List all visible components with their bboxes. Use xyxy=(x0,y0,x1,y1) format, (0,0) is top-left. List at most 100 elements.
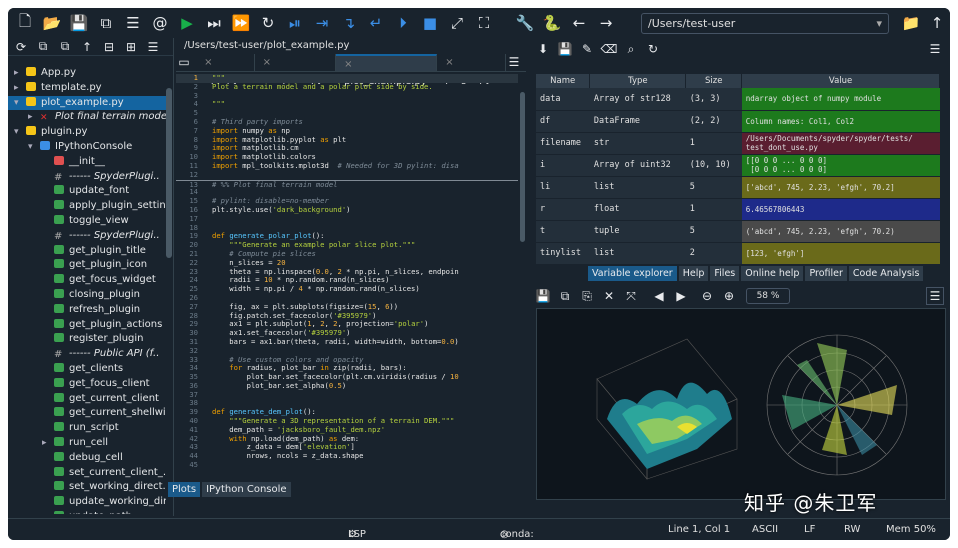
save-all-plots-icon[interactable]: ⧉ xyxy=(556,287,574,305)
outline-scrollbar[interactable] xyxy=(166,88,172,258)
zoom-out-icon[interactable]: ⊖ xyxy=(698,287,716,305)
pane-tab[interactable]: Profiler xyxy=(805,266,847,281)
tree-item[interactable]: ▾ plugin.py xyxy=(8,125,166,140)
zoom-in-icon[interactable]: ⊕ xyxy=(720,287,738,305)
expand-arrow-icon[interactable]: ▸ xyxy=(14,66,19,81)
tree-item[interactable]: ▸ run_cell xyxy=(8,436,166,451)
zoom-level[interactable]: 58 % xyxy=(746,288,790,304)
save-icon[interactable]: 💾 xyxy=(68,12,90,34)
table-row[interactable]: data Array of str128 (3, 3) ndarray object … xyxy=(536,88,940,111)
tree-item[interactable]: get_focus_client xyxy=(8,377,166,392)
code-line[interactable]: 45 xyxy=(176,460,518,470)
tree-item[interactable]: ▸ ✕ Plot final terrain model xyxy=(8,110,166,125)
tree-item[interactable]: ▾ plot_example.py xyxy=(8,95,166,111)
erase-icon[interactable]: ⌫ xyxy=(600,40,618,58)
expand-arrow-icon[interactable]: ▸ xyxy=(42,436,47,451)
forward-icon[interactable]: → xyxy=(595,12,617,34)
code-line[interactable]: 31 bars = ax1.bar(theta, radii, width=wi… xyxy=(176,337,518,347)
code-line[interactable]: 13 # %% Plot final terrain model xyxy=(176,179,518,189)
debug-icon[interactable]: ⏯ xyxy=(284,12,306,34)
continue-icon[interactable]: ⏵ xyxy=(392,12,414,34)
column-header[interactable]: Value xyxy=(741,74,940,88)
working-directory-input[interactable]: /Users/test-user ▾ xyxy=(641,13,889,34)
tree-item[interactable]: __init__ xyxy=(8,155,166,170)
python-icon[interactable]: 🐍 xyxy=(541,12,563,34)
code-line[interactable]: 11 import mpl_toolkits.mplot3d # Needed f… xyxy=(176,161,518,171)
sync-icon[interactable]: ⟳ xyxy=(12,38,30,56)
previous-plot-icon[interactable]: ◀ xyxy=(650,287,668,305)
tabs-menu-icon[interactable]: ☰ xyxy=(506,53,522,71)
tree-item[interactable]: ▸ template.py xyxy=(8,81,166,96)
tree-item[interactable]: get_clients xyxy=(8,362,166,377)
wrench-icon[interactable]: 🔧 xyxy=(514,12,536,34)
back-icon[interactable]: ← xyxy=(568,12,590,34)
tree-item[interactable]: closing_plugin xyxy=(8,288,166,303)
tree-item[interactable]: update_path xyxy=(8,510,166,514)
run-cell-advance-icon[interactable]: ⏩ xyxy=(230,12,252,34)
up-arrow-icon[interactable]: ↑ xyxy=(78,38,96,56)
code-line[interactable]: 17 xyxy=(176,214,518,224)
pane-tab[interactable]: Help xyxy=(678,266,709,281)
copy-plot-icon[interactable]: ⎘ xyxy=(578,287,596,305)
table-row[interactable]: r float 1 6.46567806443 xyxy=(536,198,940,221)
column-header[interactable]: Size xyxy=(685,74,743,88)
table-row[interactable]: t tuple 5 ('abcd', 745, 2.23, 'efgh', 70.2) xyxy=(536,220,940,243)
save-all-icon[interactable]: ⧉ xyxy=(95,12,117,34)
refresh-icon[interactable]: ↻ xyxy=(644,40,662,58)
plots-tab[interactable]: Plots xyxy=(168,482,201,497)
code-line[interactable]: 16 plt.style.use('dark_background') xyxy=(176,205,518,215)
tree-item[interactable]: set_current_client_.. xyxy=(8,466,166,481)
tree-item[interactable]: apply_plugin_settin.. xyxy=(8,199,166,214)
run-cell-icon[interactable]: ⏭ xyxy=(203,12,225,34)
list-icon[interactable]: ☰ xyxy=(122,12,144,34)
editor-tab[interactable]: × App.py xyxy=(196,54,255,85)
stop-icon[interactable]: ■ xyxy=(419,12,441,34)
step-into-icon[interactable]: ↴ xyxy=(338,12,360,34)
column-header[interactable]: Name xyxy=(536,74,591,88)
menu-icon[interactable]: ☰ xyxy=(926,40,944,58)
pane-tab[interactable]: Online help xyxy=(741,266,804,281)
expand-arrow-icon[interactable]: ▾ xyxy=(28,140,33,155)
expand-arrow-icon[interactable]: ▸ xyxy=(14,81,19,96)
code-line[interactable]: 12 xyxy=(176,170,518,180)
tree-item[interactable]: get_plugin_actions xyxy=(8,318,166,333)
save-as-icon[interactable]: ✎ xyxy=(578,40,596,58)
new-file-icon[interactable]: 🗋 xyxy=(14,12,36,34)
up-icon[interactable]: ↑ xyxy=(926,12,948,34)
tree-item[interactable]: update_font xyxy=(8,184,166,199)
fullscreen-icon[interactable]: ⛶ xyxy=(473,12,495,34)
step-icon[interactable]: ⇥ xyxy=(311,12,333,34)
code-line[interactable]: 44 nrows, ncols = z_data.shape xyxy=(176,451,518,461)
maximize-icon[interactable]: ⤢ xyxy=(446,12,468,34)
tree-item[interactable]: run_script xyxy=(8,421,166,436)
tree-item[interactable]: set_working_direct.. xyxy=(8,480,166,495)
tree-item[interactable]: get_plugin_title xyxy=(8,244,166,259)
code-line[interactable]: 4 """ xyxy=(176,100,518,109)
at-icon[interactable]: @ xyxy=(149,12,171,34)
tree-item[interactable]: get_focus_widget xyxy=(8,273,166,288)
close-all-plots-icon[interactable]: ⤧ xyxy=(622,287,640,305)
browse-tabs-icon[interactable]: ▭ xyxy=(176,53,192,71)
pane-tab[interactable]: Code Analysis xyxy=(848,266,924,281)
table-row[interactable]: i Array of uint32 (10, 10) [[0 0 0 ... 0 0 … xyxy=(536,154,940,177)
code-line[interactable]: 36 plot_bar.set_alpha(0.5) xyxy=(176,381,518,391)
tree-item[interactable]: ▸ App.py xyxy=(8,66,166,81)
menu-icon[interactable]: ☰ xyxy=(144,38,162,56)
editor-scrollbar[interactable] xyxy=(520,92,525,242)
pane-tab[interactable]: Files xyxy=(710,266,740,281)
step-return-icon[interactable]: ↵ xyxy=(365,12,387,34)
tree-item[interactable]: get_plugin_icon xyxy=(8,258,166,273)
table-row[interactable]: tinylist list 2 [123, 'efgh'] xyxy=(536,242,940,265)
chevron-down-icon[interactable]: ▾ xyxy=(876,14,882,33)
expand-icon[interactable]: ⧉ xyxy=(56,38,74,56)
tree-item[interactable]: get_current_client xyxy=(8,392,166,407)
code-line[interactable]: 3 xyxy=(176,91,518,101)
search-icon[interactable]: ⌕ xyxy=(622,40,640,58)
editor-tab[interactable]: × plot_example.py xyxy=(336,54,438,87)
collapse-all-icon[interactable]: ⊟ xyxy=(100,38,118,56)
tree-item[interactable]: # ------ SpyderPlugi.. xyxy=(8,229,166,244)
tree-item[interactable]: # ------ SpyderPlugi.. xyxy=(8,170,166,185)
expand-arrow-icon[interactable]: ▾ xyxy=(14,125,19,140)
import-data-icon[interactable]: ⬇ xyxy=(534,40,552,58)
tree-item[interactable]: update_working_dir xyxy=(8,495,166,510)
